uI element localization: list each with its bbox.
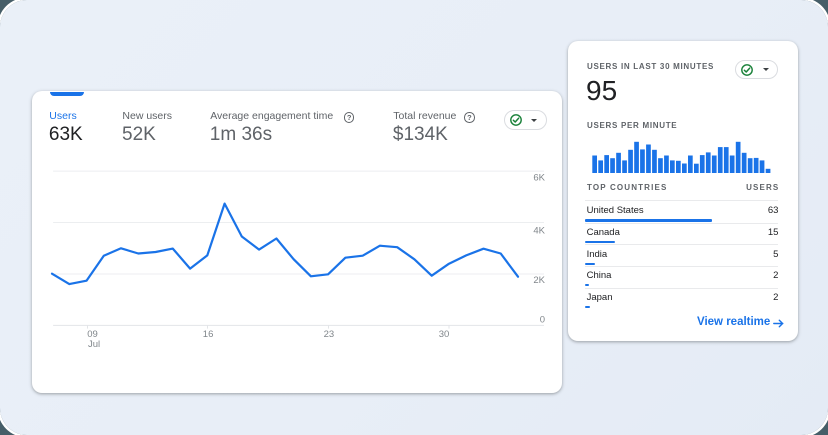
- svg-text:6K: 6K: [533, 173, 545, 184]
- svg-text:09: 09: [87, 329, 98, 340]
- svg-text:16: 16: [202, 329, 213, 340]
- svg-text:4K: 4K: [533, 226, 545, 237]
- svg-text:0: 0: [539, 315, 544, 326]
- svg-text:23: 23: [323, 329, 334, 340]
- svg-text:Jul: Jul: [88, 339, 100, 350]
- svg-text:30: 30: [438, 329, 449, 340]
- svg-text:2K: 2K: [533, 275, 545, 286]
